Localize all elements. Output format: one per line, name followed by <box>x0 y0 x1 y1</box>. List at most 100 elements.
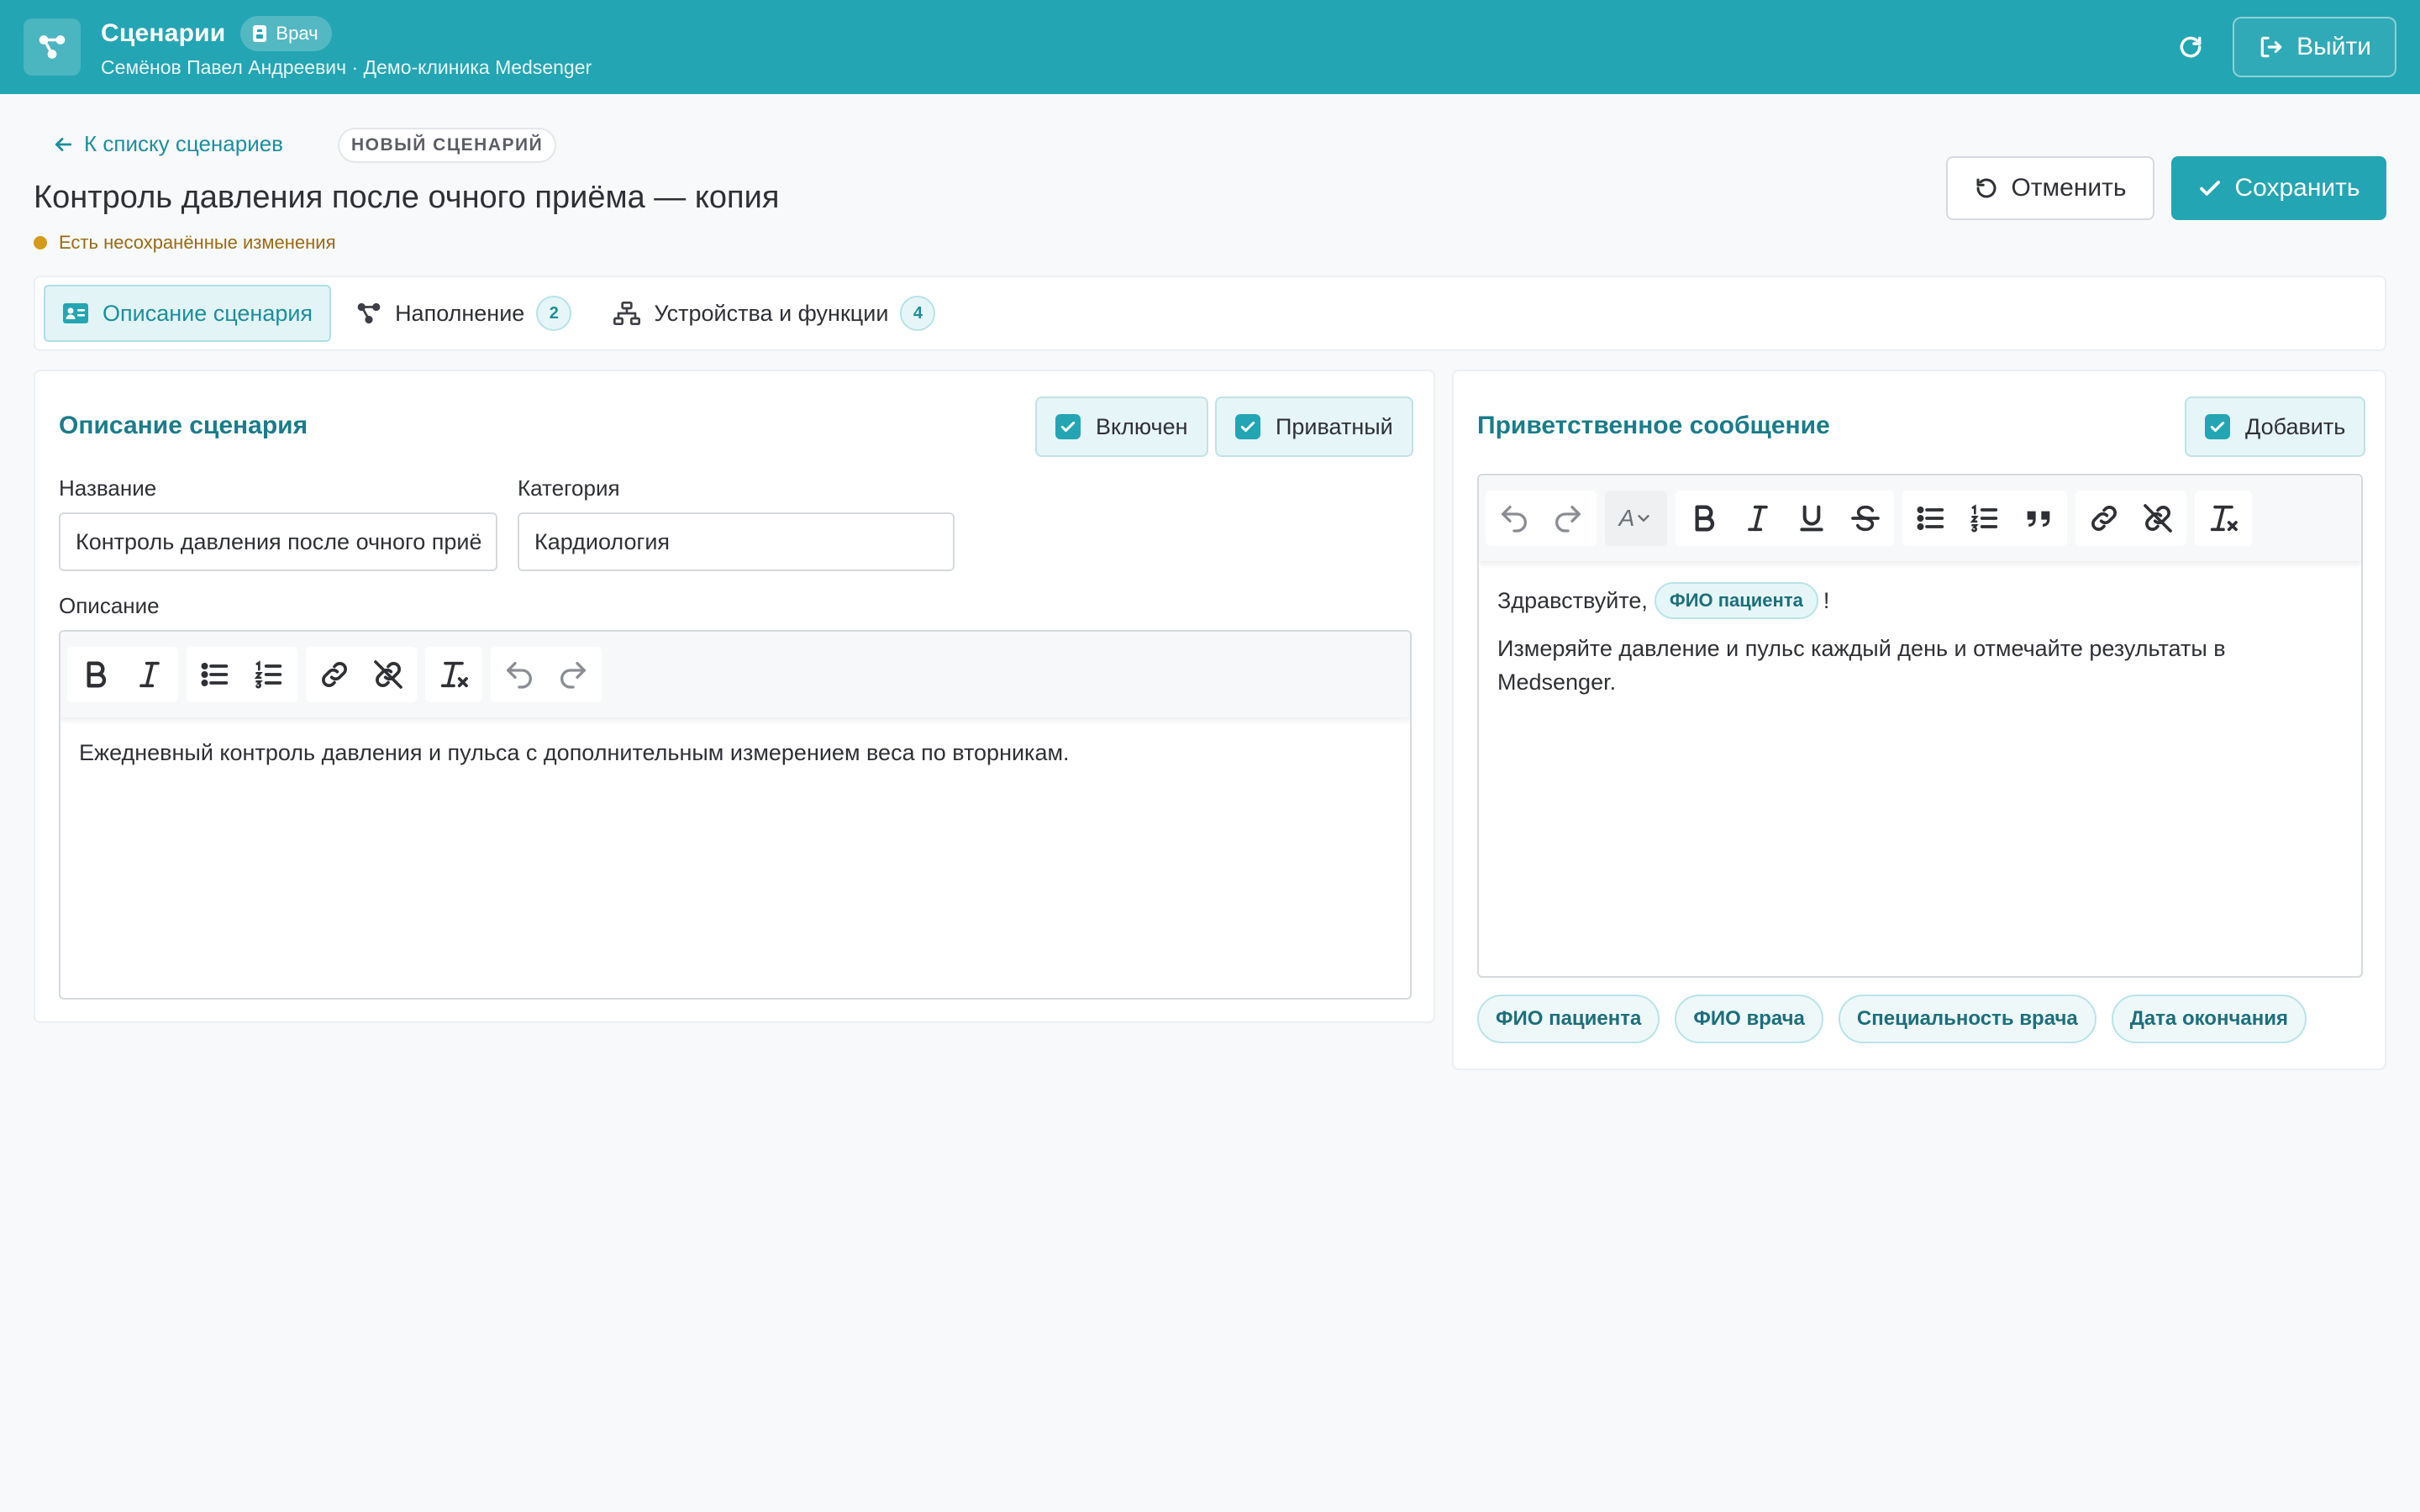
unlink-button[interactable] <box>361 647 415 702</box>
unlink-icon <box>374 660 402 689</box>
clear-format-button[interactable] <box>427 647 481 702</box>
numbered-list-button[interactable] <box>1958 491 2012 546</box>
check-icon <box>1240 421 1255 433</box>
numbered-list-button[interactable] <box>242 647 296 702</box>
greeting-line1-prefix: Здравствуйте, <box>1497 588 1648 613</box>
save-label: Сохранить <box>2234 174 2360 202</box>
clear-format-icon <box>2210 505 2238 532</box>
tab-bar: Описание сценария Наполнение 2 Устройств… <box>34 276 2386 351</box>
unlink-button[interactable] <box>2131 491 2185 546</box>
link-button[interactable] <box>308 647 361 702</box>
greeting-editor[interactable]: A Здравствуйте, ФИО пациента ! Измеряйте… <box>1477 474 2363 978</box>
add-greeting-checkbox[interactable] <box>2205 414 2230 439</box>
tab-content-count: 2 <box>536 296 572 331</box>
insert-end-date-chip[interactable]: Дата окончания <box>2111 995 2307 1043</box>
italic-icon <box>1748 505 1768 532</box>
logout-button[interactable]: Выйти <box>2233 17 2396 77</box>
share-nodes-icon <box>39 35 66 59</box>
font-size-select[interactable]: A <box>1605 491 1667 546</box>
link-button[interactable] <box>2077 491 2131 546</box>
inline-variable-chip[interactable]: ФИО пациента <box>1654 582 1818 619</box>
redo-icon <box>1555 506 1581 533</box>
clear-format-button[interactable] <box>2196 491 2250 546</box>
enabled-label: Включен <box>1096 413 1188 439</box>
strikethrough-button[interactable] <box>1839 491 1892 546</box>
redo-button[interactable] <box>546 647 600 702</box>
italic-button[interactable] <box>123 647 176 702</box>
bold-icon <box>87 661 107 688</box>
enabled-toggle[interactable]: Включен <box>1035 396 1208 457</box>
role-badge: Врач <box>240 15 332 51</box>
role-badge-label: Врач <box>276 22 318 44</box>
italic-button[interactable] <box>1731 491 1785 546</box>
private-toggle[interactable]: Приватный <box>1215 396 1413 457</box>
underline-icon <box>1800 505 1823 532</box>
description-editor-content[interactable]: Ежедневный контроль давления и пульса с … <box>60 736 1410 769</box>
description-editor-toolbar <box>60 632 1410 717</box>
greeting-editor-content[interactable]: Здравствуйте, ФИО пациента ! Измеряйте д… <box>1479 580 2361 699</box>
bullet-list-icon <box>201 662 229 687</box>
back-to-list-link[interactable]: К списку сценариев <box>52 131 283 157</box>
link-icon <box>322 662 347 687</box>
private-checkbox[interactable] <box>1235 414 1260 439</box>
check-icon <box>2200 181 2221 196</box>
id-badge-icon <box>253 24 267 42</box>
insert-patient-name-chip[interactable]: ФИО пациента <box>1477 995 1660 1043</box>
category-input[interactable] <box>518 512 955 571</box>
redo-button[interactable] <box>1541 491 1595 546</box>
refresh-icon <box>2180 36 2202 58</box>
bullet-list-button[interactable] <box>1904 491 1958 546</box>
bullet-list-button[interactable] <box>188 647 242 702</box>
app-title: Сценарии <box>101 18 226 47</box>
tab-content[interactable]: Наполнение 2 <box>339 285 588 342</box>
bold-icon <box>1695 505 1715 532</box>
unsaved-dot <box>34 236 47 249</box>
description-editor[interactable]: Ежедневный контроль давления и пульса с … <box>59 630 1412 1000</box>
undo-icon <box>1976 178 1996 198</box>
chevron-down-icon <box>1638 515 1650 522</box>
enabled-checkbox[interactable] <box>1055 414 1081 439</box>
sitemap-icon <box>613 301 641 325</box>
add-greeting-label: Добавить <box>2245 413 2346 439</box>
greeting-card-title: Приветственное сообщение <box>1477 412 1830 439</box>
unlink-icon <box>2144 504 2172 533</box>
check-icon <box>2210 421 2225 433</box>
description-card: Описание сценария Включен Приватный Назв… <box>34 370 1435 1023</box>
insert-doctor-specialty-chip[interactable]: Специальность врача <box>1838 995 2096 1043</box>
status-badge: НОВЫЙ СЦЕНАРИЙ <box>338 128 557 163</box>
undo-button[interactable] <box>1487 491 1541 546</box>
description-card-title: Описание сценария <box>59 412 308 439</box>
greeting-card: Приветственное сообщение Добавить A Здра… <box>1452 370 2386 1070</box>
bullet-list-icon <box>1917 506 1944 531</box>
category-label: Категория <box>518 475 620 501</box>
logout-label: Выйти <box>2296 33 2371 60</box>
name-label: Название <box>59 475 157 501</box>
logout-icon <box>2260 36 2282 58</box>
underline-button[interactable] <box>1785 491 1839 546</box>
undo-button[interactable] <box>492 647 546 702</box>
add-greeting-toggle[interactable]: Добавить <box>2185 396 2366 457</box>
back-link-label: К списку сценариев <box>84 131 283 156</box>
cancel-label: Отменить <box>2011 174 2127 202</box>
user-clinic-subtitle: Семёнов Павел Андреевич · Демо-клиника M… <box>101 55 592 78</box>
tab-devices[interactable]: Устройства и функции 4 <box>597 285 952 342</box>
bold-button[interactable] <box>69 647 123 702</box>
redo-icon <box>560 662 586 689</box>
clear-format-icon <box>440 661 468 688</box>
refresh-button[interactable] <box>2167 24 2214 71</box>
cancel-button[interactable]: Отменить <box>1946 156 2154 220</box>
undo-icon <box>507 662 532 689</box>
numbered-list-icon <box>254 660 282 689</box>
unsaved-text: Есть несохранённые изменения <box>59 232 336 253</box>
tab-devices-label: Устройства и функции <box>654 300 889 326</box>
private-label: Приватный <box>1276 413 1393 439</box>
check-icon <box>1060 421 1076 433</box>
top-bar: Сценарии Врач Семёнов Павел Андреевич · … <box>0 0 2420 94</box>
tab-description[interactable]: Описание сценария <box>44 285 332 342</box>
blockquote-button[interactable] <box>2012 491 2065 546</box>
insert-doctor-name-chip[interactable]: ФИО врача <box>1675 995 1823 1043</box>
bold-button[interactable] <box>1677 491 1731 546</box>
save-button[interactable]: Сохранить <box>2171 156 2386 220</box>
name-input[interactable] <box>59 512 497 571</box>
arrow-left-icon <box>55 137 72 151</box>
